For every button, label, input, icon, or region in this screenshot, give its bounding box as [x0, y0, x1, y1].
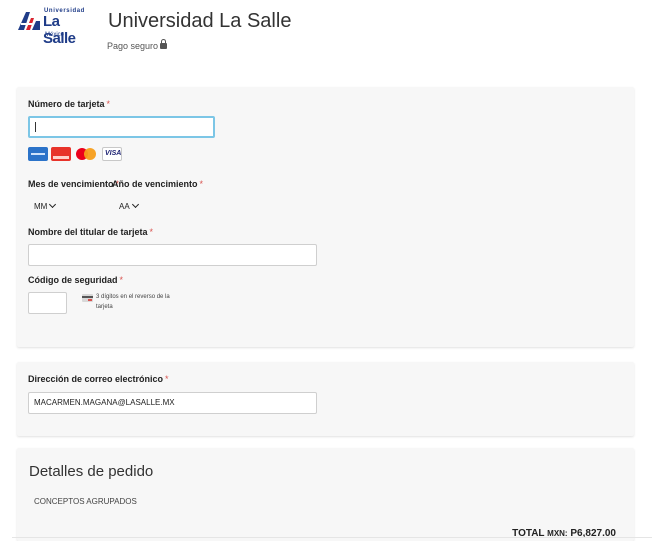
exp-year-value: AA	[119, 202, 130, 211]
required-mark: *	[165, 374, 169, 384]
la-salle-logo: Universidad La Salle México	[18, 8, 84, 47]
carnet-icon	[51, 147, 71, 161]
security-code-input[interactable]	[28, 292, 67, 314]
logo-country-text: México	[45, 32, 65, 38]
email-value: MACARMEN.MAGANA@LASALLE.MX	[34, 398, 175, 407]
amex-icon	[28, 147, 48, 161]
lock-icon	[160, 39, 168, 49]
exp-month-select[interactable]: MM	[34, 197, 57, 217]
card-back-icon	[82, 294, 93, 302]
la-salle-logo-icon	[18, 12, 40, 30]
required-mark: *	[119, 275, 124, 285]
card-holder-label-text: Nombre del titular de tarjeta	[28, 227, 148, 237]
email-label: Dirección de correo electrónico *	[28, 374, 169, 384]
visa-text: VISA	[105, 150, 122, 157]
secure-payment-text: Pago seguro	[107, 41, 159, 51]
grouped-concepts-label: CONCEPTOS AGRUPADOS	[34, 497, 137, 506]
email-section: Dirección de correo electrónico * MACARME…	[17, 362, 634, 436]
required-mark: *	[106, 99, 111, 109]
exp-year-select[interactable]: AA	[119, 197, 139, 217]
security-code-hint: 3 dígitos en el reverso de la tarjeta	[96, 294, 170, 310]
card-number-label-text: Número de tarjeta	[28, 99, 105, 109]
exp-month-label-text: Mes de vencimiento	[28, 179, 114, 189]
page-title: Universidad La Salle	[108, 10, 292, 32]
card-number-label: Número de tarjeta *	[28, 99, 110, 109]
exp-month-value: MM	[34, 202, 48, 211]
mastercard-icon	[76, 147, 98, 161]
text-caret	[35, 122, 36, 132]
required-mark: *	[199, 179, 204, 189]
visa-icon: VISA	[102, 147, 122, 161]
order-details-section: Detalles de pedido CONCEPTOS AGRUPADOS T…	[17, 448, 634, 541]
divider	[12, 537, 652, 538]
security-code-label-text: Código de seguridad	[28, 275, 118, 285]
exp-month-label: Mes de vencimiento *	[28, 179, 119, 189]
exp-year-label: Año de vencimiento *	[112, 179, 203, 189]
card-holder-input[interactable]	[28, 244, 317, 266]
exp-year-label-text: Año de vencimiento	[112, 179, 198, 189]
card-number-input[interactable]	[28, 116, 215, 138]
email-label-text: Dirección de correo electrónico	[28, 374, 164, 384]
email-input[interactable]: MACARMEN.MAGANA@LASALLE.MX	[28, 392, 317, 414]
order-details-title: Detalles de pedido	[29, 463, 154, 480]
security-code-label: Código de seguridad *	[28, 275, 123, 285]
secure-payment-label: Pago seguro	[107, 39, 168, 51]
card-holder-label: Nombre del titular de tarjeta *	[28, 227, 153, 237]
logo-name-text: La Salle	[43, 13, 76, 47]
chevron-down-icon	[131, 200, 139, 209]
chevron-down-icon	[49, 200, 57, 209]
required-mark: *	[149, 227, 154, 237]
